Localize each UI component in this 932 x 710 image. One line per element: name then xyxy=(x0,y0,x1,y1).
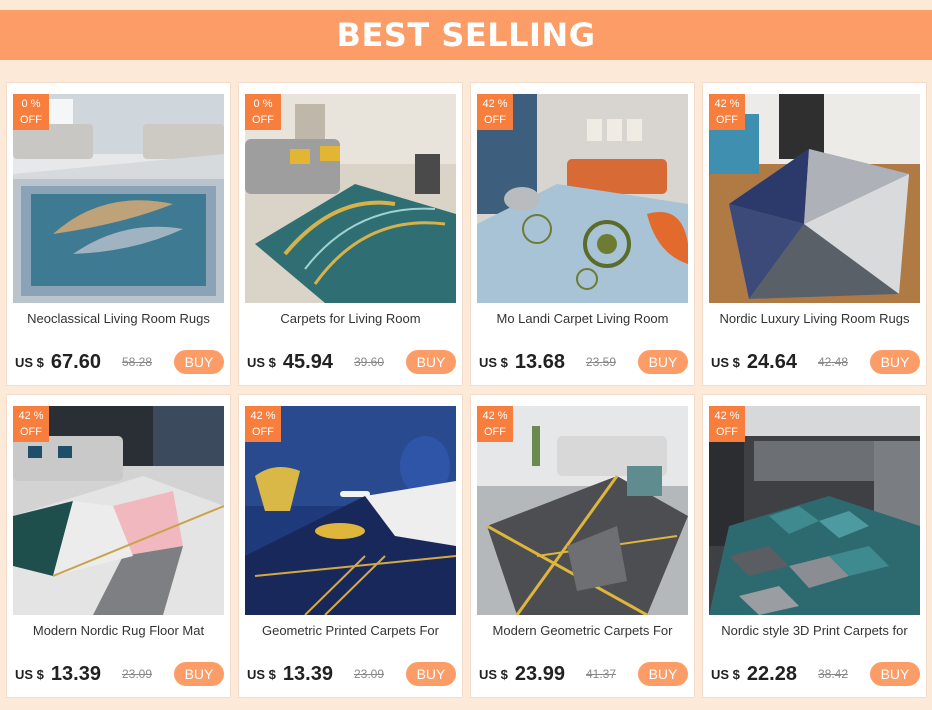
original-price: 42.48 xyxy=(817,355,848,369)
current-price: 23.99 xyxy=(514,662,565,685)
buy-button[interactable]: BUY xyxy=(406,350,456,374)
price-row: US $ 45.94 39.60 BUY xyxy=(247,349,456,375)
price-row: US $ 13.39 23.09 BUY xyxy=(15,661,224,687)
product-title[interactable]: Nordic style 3D Print Carpets for xyxy=(703,623,926,638)
current-price: 22.28 xyxy=(746,662,797,685)
discount-badge: 42 % OFF xyxy=(709,94,745,130)
original-price: 58.28 xyxy=(121,355,152,369)
original-price: 23.09 xyxy=(121,667,152,681)
currency-label: US $ xyxy=(479,354,508,370)
price-row: US $ 22.28 38.42 BUY xyxy=(711,661,920,687)
current-price: 45.94 xyxy=(282,350,333,373)
currency-label: US $ xyxy=(711,666,740,682)
discount-badge: 42 % OFF xyxy=(13,406,49,442)
discount-badge: 0 % OFF xyxy=(13,94,49,130)
current-price: 67.60 xyxy=(50,350,101,373)
buy-button[interactable]: BUY xyxy=(870,662,920,686)
product-card[interactable]: 42 % OFF Geometric Printed Carpets For U… xyxy=(238,394,463,698)
discount-badge: 0 % OFF xyxy=(245,94,281,130)
current-price: 13.68 xyxy=(514,350,565,373)
product-card[interactable]: 42 % OFF Modern Geometric Carpets For US… xyxy=(470,394,695,698)
price-row: US $ 67.60 58.28 BUY xyxy=(15,349,224,375)
product-title[interactable]: Mo Landi Carpet Living Room xyxy=(471,311,694,326)
product-card[interactable]: 42 % OFF Nordic Luxury Living Room Rugs … xyxy=(702,82,927,386)
original-price: 39.60 xyxy=(353,355,384,369)
currency-label: US $ xyxy=(15,354,44,370)
product-grid: 0 % OFF Neoclassical Living Room Rugs US… xyxy=(6,82,927,698)
currency-label: US $ xyxy=(711,354,740,370)
product-title[interactable]: Modern Geometric Carpets For xyxy=(471,623,694,638)
banner-title: BEST SELLING xyxy=(336,16,596,54)
buy-button[interactable]: BUY xyxy=(638,350,688,374)
buy-button[interactable]: BUY xyxy=(870,350,920,374)
discount-badge: 42 % OFF xyxy=(709,406,745,442)
current-price: 13.39 xyxy=(282,662,333,685)
product-card[interactable]: 0 % OFF Carpets for Living Room US $ 45.… xyxy=(238,82,463,386)
product-title[interactable]: Neoclassical Living Room Rugs xyxy=(7,311,230,326)
best-selling-banner: BEST SELLING xyxy=(0,10,932,60)
currency-label: US $ xyxy=(247,666,276,682)
current-price: 24.64 xyxy=(746,350,797,373)
currency-label: US $ xyxy=(247,354,276,370)
buy-button[interactable]: BUY xyxy=(174,350,224,374)
original-price: 23.09 xyxy=(353,667,384,681)
product-title[interactable]: Modern Nordic Rug Floor Mat xyxy=(7,623,230,638)
product-title[interactable]: Carpets for Living Room xyxy=(239,311,462,326)
product-card[interactable]: 42 % OFF Modern Nordic Rug Floor Mat US … xyxy=(6,394,231,698)
currency-label: US $ xyxy=(15,666,44,682)
product-card[interactable]: 42 % OFF Nordic style 3D Print Carpets f… xyxy=(702,394,927,698)
discount-badge: 42 % OFF xyxy=(477,94,513,130)
original-price: 41.37 xyxy=(585,667,616,681)
currency-label: US $ xyxy=(479,666,508,682)
price-row: US $ 24.64 42.48 BUY xyxy=(711,349,920,375)
buy-button[interactable]: BUY xyxy=(406,662,456,686)
discount-badge: 42 % OFF xyxy=(477,406,513,442)
original-price: 38.42 xyxy=(817,667,848,681)
product-title[interactable]: Geometric Printed Carpets For xyxy=(239,623,462,638)
product-card[interactable]: 42 % OFF Mo Landi Carpet Living Room US … xyxy=(470,82,695,386)
product-card[interactable]: 0 % OFF Neoclassical Living Room Rugs US… xyxy=(6,82,231,386)
buy-button[interactable]: BUY xyxy=(638,662,688,686)
price-row: US $ 23.99 41.37 BUY xyxy=(479,661,688,687)
original-price: 23.59 xyxy=(585,355,616,369)
price-row: US $ 13.68 23.59 BUY xyxy=(479,349,688,375)
price-row: US $ 13.39 23.09 BUY xyxy=(247,661,456,687)
product-title[interactable]: Nordic Luxury Living Room Rugs xyxy=(703,311,926,326)
current-price: 13.39 xyxy=(50,662,101,685)
buy-button[interactable]: BUY xyxy=(174,662,224,686)
discount-badge: 42 % OFF xyxy=(245,406,281,442)
